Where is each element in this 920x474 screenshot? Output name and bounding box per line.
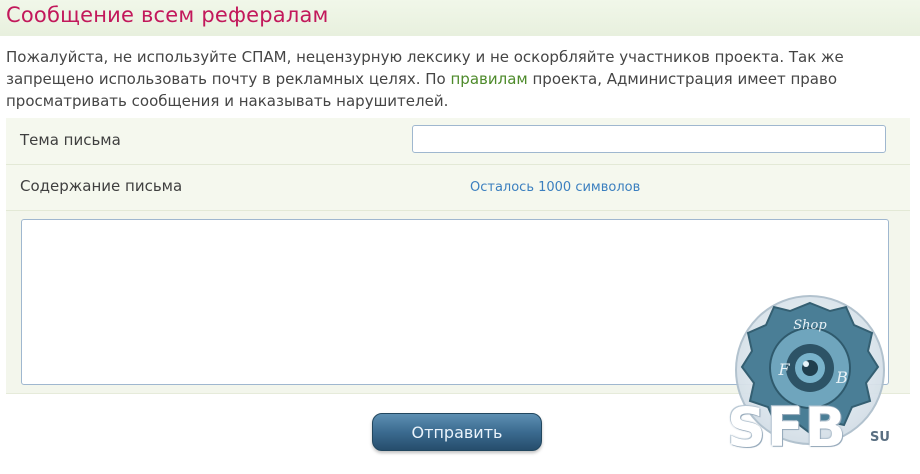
characters-remaining: Осталось 1000 символов bbox=[470, 180, 641, 195]
watermark-logo-text: SFB bbox=[727, 396, 847, 459]
page-header: Сообщение всем рефералам bbox=[0, 0, 920, 36]
subject-input[interactable] bbox=[412, 125, 886, 153]
notice-text: Пожалуйста, не используйте СПАМ, нецензу… bbox=[6, 46, 911, 112]
watermark-domain-suffix: SU bbox=[870, 430, 890, 445]
page-title: Сообщение всем рефералам bbox=[6, 3, 329, 27]
send-button[interactable]: Отправить bbox=[372, 413, 542, 451]
watermark-shop-text: Shop bbox=[793, 318, 827, 333]
body-label: Содержание письма bbox=[20, 177, 183, 195]
sfb-watermark: Shop F B SFB SU bbox=[720, 295, 920, 470]
body-row: Содержание письма Осталось 1000 символов bbox=[6, 165, 910, 211]
rules-link[interactable]: правилам bbox=[451, 70, 528, 88]
subject-label: Тема письма bbox=[20, 131, 121, 149]
watermark-b-text: B bbox=[835, 368, 848, 387]
watermark-f-text: F bbox=[777, 360, 790, 379]
subject-row: Тема письма bbox=[6, 118, 910, 165]
